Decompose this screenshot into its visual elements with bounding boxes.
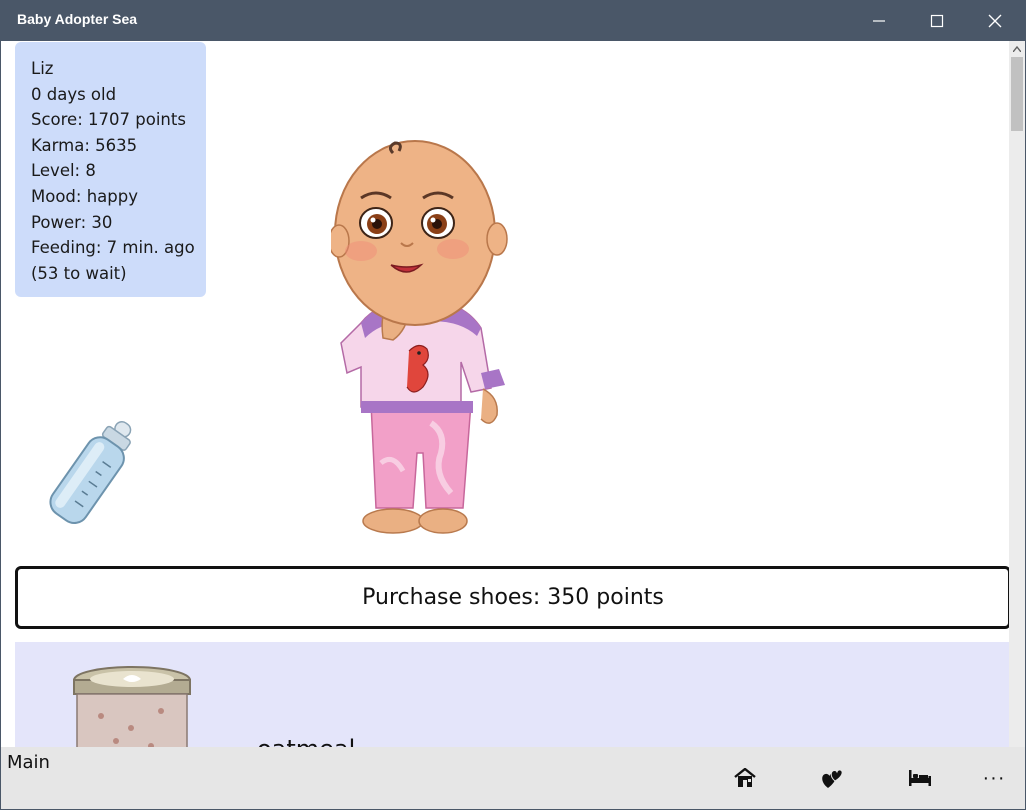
baby-mood: Mood: happy	[31, 186, 138, 206]
baby-info-card: Liz 0 days old Score: 1707 points Karma:…	[15, 42, 206, 297]
baby-character[interactable]	[331, 133, 511, 543]
page-label: Main	[7, 752, 50, 773]
baby-bottle-icon[interactable]	[37, 413, 147, 537]
vertical-scrollbar[interactable]	[1009, 41, 1025, 747]
food-item-panel[interactable]: oatmeal	[15, 642, 1011, 747]
close-icon	[988, 14, 1002, 27]
baby-feeding: Feeding: 7 min. ago	[31, 238, 195, 258]
home-button[interactable]	[727, 763, 763, 793]
purchase-shoes-button[interactable]: Purchase shoes: 350 points	[15, 566, 1011, 629]
minimize-button[interactable]	[850, 0, 908, 41]
window-border-left	[0, 41, 1, 810]
app-bar: Main ···	[1, 747, 1025, 809]
maximize-icon	[930, 14, 944, 27]
baby-wait: (53 to wait)	[31, 263, 127, 283]
baby-score: Score: 1707 points	[31, 110, 186, 130]
food-item-label: oatmeal	[257, 735, 355, 747]
baby-age: 0 days old	[31, 84, 117, 104]
hearts-button[interactable]	[815, 763, 851, 793]
hearts-icon	[822, 769, 843, 788]
main-content: Liz 0 days old Score: 1707 points Karma:…	[1, 41, 1025, 747]
chevron-up-icon	[1013, 46, 1021, 52]
baby-power: Power: 30	[31, 212, 113, 232]
baby-name: Liz	[31, 59, 54, 78]
close-button[interactable]	[966, 0, 1024, 41]
scroll-up-button[interactable]	[1009, 41, 1025, 57]
home-icon	[734, 768, 756, 787]
more-button[interactable]: ···	[976, 763, 1012, 793]
bed-button[interactable]	[902, 763, 938, 793]
scroll-thumb[interactable]	[1011, 57, 1023, 131]
bed-icon	[909, 770, 931, 786]
oatmeal-jar-icon	[73, 666, 191, 747]
window-title: Baby Adopter Sea	[17, 11, 138, 27]
baby-level: Level: 8	[31, 161, 96, 181]
title-bar: Baby Adopter Sea	[0, 0, 1026, 41]
minimize-icon	[873, 19, 885, 22]
maximize-button[interactable]	[908, 0, 966, 41]
baby-karma: Karma: 5635	[31, 135, 138, 155]
